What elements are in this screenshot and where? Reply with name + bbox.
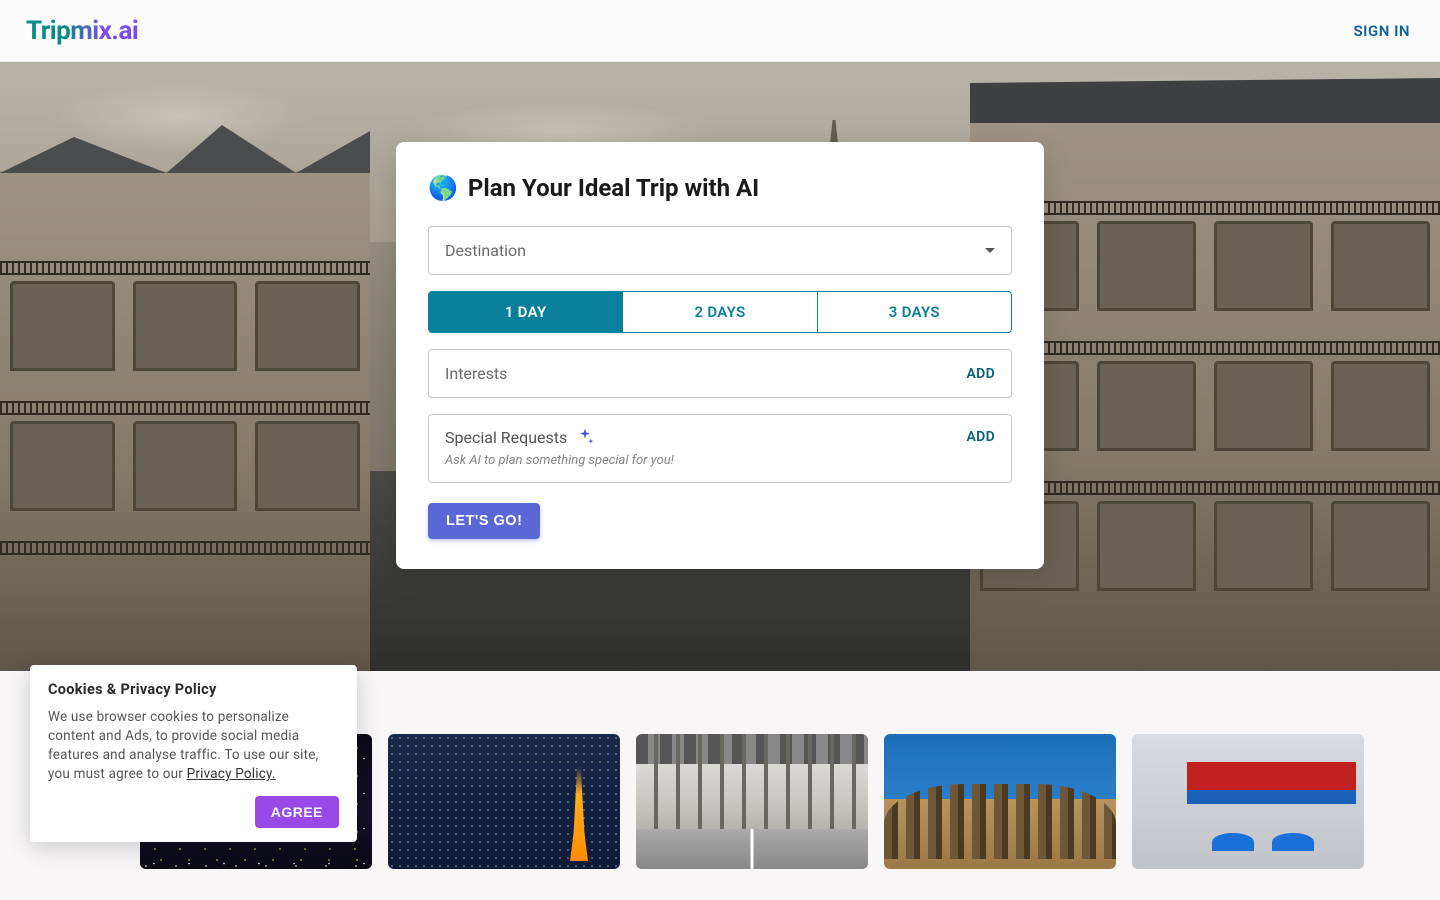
hero: 🌎 Plan Your Ideal Trip with AI Destinati…	[0, 62, 1440, 671]
special-requests-hint: Ask AI to plan something special for you…	[445, 453, 995, 468]
globe-icon: 🌎	[428, 174, 458, 202]
special-add-button[interactable]: ADD	[967, 429, 995, 445]
logo[interactable]: Tripmix.ai	[26, 16, 138, 46]
destination-card[interactable]	[388, 734, 620, 869]
destination-select[interactable]: Destination	[428, 226, 1012, 275]
special-requests-field[interactable]: Special Requests ADD Ask AI to plan some…	[428, 414, 1012, 483]
privacy-policy-link[interactable]: Privacy Policy.	[187, 766, 276, 782]
destination-card[interactable]	[636, 734, 868, 869]
header: Tripmix.ai SIGN IN	[0, 0, 1440, 62]
signin-link[interactable]: SIGN IN	[1354, 22, 1410, 40]
lets-go-button[interactable]: LET'S GO!	[428, 503, 540, 539]
days-option-1[interactable]: 1 DAY	[429, 292, 623, 332]
card-title: 🌎 Plan Your Ideal Trip with AI	[428, 174, 1012, 202]
destination-card[interactable]	[1132, 734, 1364, 869]
days-option-2[interactable]: 2 DAYS	[623, 292, 817, 332]
cookie-banner: Cookies & Privacy Policy We use browser …	[30, 665, 357, 842]
sparkle-icon	[575, 427, 595, 447]
card-title-text: Plan Your Ideal Trip with AI	[468, 174, 759, 202]
cookie-title: Cookies & Privacy Policy	[48, 681, 339, 698]
days-toggle: 1 DAY 2 DAYS 3 DAYS	[428, 291, 1012, 333]
agree-button[interactable]: AGREE	[255, 796, 339, 828]
cookie-body: We use browser cookies to personalize co…	[48, 708, 339, 784]
destination-label: Destination	[445, 241, 526, 260]
interests-label: Interests	[445, 364, 507, 383]
interests-field[interactable]: Interests ADD	[428, 349, 1012, 398]
days-option-3[interactable]: 3 DAYS	[818, 292, 1011, 332]
chevron-down-icon	[985, 248, 995, 253]
plan-trip-card: 🌎 Plan Your Ideal Trip with AI Destinati…	[396, 142, 1044, 569]
destination-card[interactable]	[884, 734, 1116, 869]
interests-add-button[interactable]: ADD	[967, 366, 995, 382]
special-requests-label: Special Requests	[445, 427, 595, 447]
